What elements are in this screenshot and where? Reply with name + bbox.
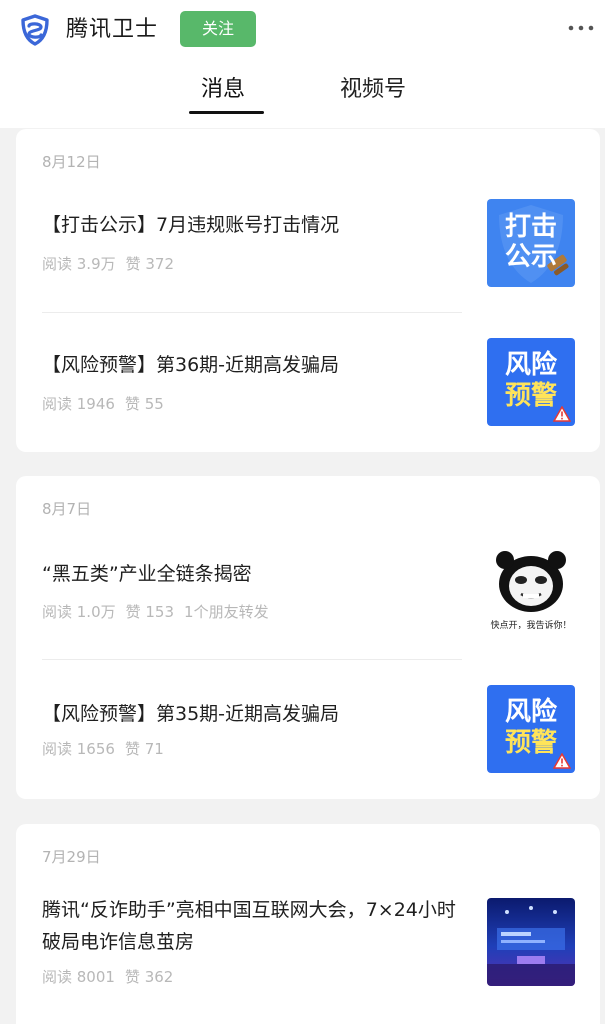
warning-triangle-icon: [553, 406, 571, 422]
group-date: 8月7日: [42, 500, 92, 518]
article-item[interactable]: “黑五类”产业全链条揭密 阅读 1.0万赞 153 1个朋友转发 快点开，我告诉你…: [16, 534, 600, 674]
read-count: 阅读 8001: [42, 968, 115, 986]
thumb-line-2: 公示: [504, 242, 557, 272]
group-date: 8月12日: [42, 153, 101, 171]
message-group-card: 8月12日 【打击公示】7月违规账号打击情况 阅读 3.9万赞 372 打击 公…: [16, 129, 600, 452]
panda-face-icon: [496, 551, 566, 612]
like-count: 赞 362: [124, 968, 174, 986]
meme-caption: 快点开，我告诉你！: [490, 621, 572, 631]
read-count: 阅读 1946: [42, 395, 115, 413]
account-name[interactable]: 腾讯卫士: [66, 14, 158, 46]
stage-lights-icon: [487, 906, 575, 986]
thumb-line-1: 打击: [504, 212, 557, 242]
read-count: 阅读 1.0万: [42, 603, 116, 621]
divider: [42, 659, 462, 660]
article-meta: 阅读 8001 赞 362: [42, 966, 183, 987]
thumb-line-1: 风险: [504, 697, 557, 727]
ellipsis-icon: [568, 25, 594, 31]
risk-warning-thumbnail[interactable]: 风险 预警: [487, 338, 575, 426]
like-count: 赞 153: [125, 603, 175, 621]
article-title[interactable]: “黑五类”产业全链条揭密: [42, 558, 462, 590]
account-header: 腾讯卫士 关注 消息 视频号: [0, 0, 605, 128]
conference-stage-thumbnail[interactable]: [487, 898, 575, 986]
divider: [42, 312, 462, 313]
tab-channels[interactable]: 视频号: [340, 74, 406, 106]
shield-logo-icon: [21, 14, 49, 46]
article-meta: 阅读 3.9万赞 372: [42, 253, 184, 274]
article-item[interactable]: 【风险预警】第35期-近期高发骗局 阅读 1656 赞 71 风险 预警: [16, 674, 600, 799]
thumb-line-1: 风险: [504, 350, 557, 380]
like-count: 赞 372: [125, 255, 175, 273]
more-options-icon[interactable]: [566, 14, 596, 42]
article-title[interactable]: 腾讯“反诈助手”亮相中国互联网大会，7×24小时破局电诈信息茧房: [42, 894, 466, 958]
active-tab-indicator: [189, 111, 264, 114]
crackdown-notice-thumbnail[interactable]: 打击 公示: [487, 199, 575, 287]
article-item[interactable]: 腾讯“反诈助手”亮相中国互联网大会，7×24小时破局电诈信息茧房 阅读 8001…: [16, 882, 600, 1024]
like-count: 赞 55: [124, 395, 164, 413]
read-count: 阅读 3.9万: [42, 255, 116, 273]
article-title[interactable]: 【打击公示】7月违规账号打击情况: [42, 209, 462, 241]
article-item[interactable]: 【风险预警】第36期-近期高发骗局 阅读 1946 赞 55 风险 预警: [16, 327, 600, 452]
article-meta: 阅读 1946 赞 55: [42, 393, 174, 414]
like-count: 赞 71: [124, 740, 164, 758]
article-title[interactable]: 【风险预警】第36期-近期高发骗局: [42, 349, 462, 381]
panda-meme-thumbnail[interactable]: 快点开，我告诉你！: [487, 546, 575, 634]
group-date: 7月29日: [42, 848, 101, 866]
share-count: 1个朋友转发: [184, 603, 269, 621]
read-count: 阅读 1656: [42, 740, 115, 758]
article-meta: 阅读 1.0万赞 153 1个朋友转发: [42, 601, 279, 622]
article-title[interactable]: 【风险预警】第35期-近期高发骗局: [42, 698, 462, 730]
message-group-card: 8月7日 “黑五类”产业全链条揭密 阅读 1.0万赞 153 1个朋友转发 快点开…: [16, 476, 600, 799]
risk-warning-thumbnail[interactable]: 风险 预警: [487, 685, 575, 773]
article-item[interactable]: 【打击公示】7月违规账号打击情况 阅读 3.9万赞 372 打击 公示: [16, 187, 600, 327]
message-group-card: 7月29日 腾讯“反诈助手”亮相中国互联网大会，7×24小时破局电诈信息茧房 阅…: [16, 824, 600, 1024]
follow-button[interactable]: 关注: [180, 11, 256, 47]
article-meta: 阅读 1656 赞 71: [42, 738, 174, 759]
tab-messages[interactable]: 消息: [201, 74, 245, 106]
warning-triangle-icon: [553, 753, 571, 769]
